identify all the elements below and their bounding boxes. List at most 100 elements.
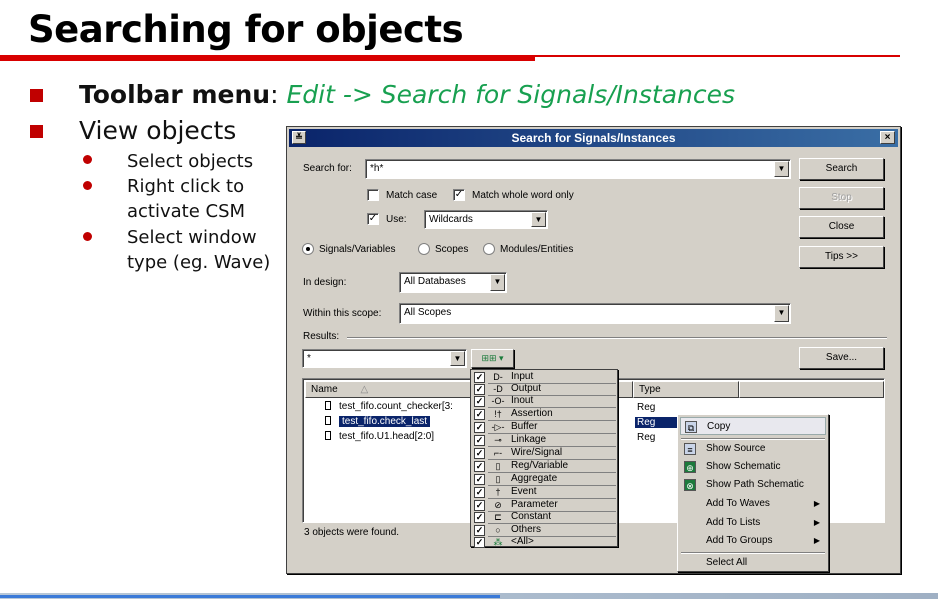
sub-bullet-right-click: Right click to activate CSM <box>127 174 245 224</box>
filter-checkbox[interactable]: ✓ <box>474 537 485 548</box>
reg-variable-icon: ▯ <box>495 461 501 471</box>
filter-item-wire-signal[interactable]: ✓ ⌐- Wire/Signal <box>473 447 616 460</box>
filter-item-all[interactable]: ✓ ⁂ <All> <box>473 536 616 549</box>
chevron-down-icon[interactable]: ▼ <box>531 212 546 227</box>
table-row-selected[interactable]: test_fifo.check_last <box>311 415 431 429</box>
filter-checkbox[interactable]: ✓ <box>474 512 485 523</box>
filter-checkbox[interactable]: ✓ <box>474 461 485 472</box>
buffer-icon: -▷- <box>491 422 505 432</box>
filter-checkbox[interactable]: ✓ <box>474 409 485 420</box>
object-type-filter-button[interactable]: ⊞⊞ ▾ <box>471 349 514 368</box>
column-header-name[interactable]: Name △ <box>305 381 473 398</box>
menu-item-label: Show Path Schematic <box>706 479 804 490</box>
bullet-view-objects: View objects <box>79 116 237 145</box>
filter-label: Buffer <box>511 421 538 432</box>
match-whole-word-label: Match whole word only <box>472 190 574 201</box>
menu-item-label: Copy <box>707 421 731 432</box>
within-scope-value: All Scopes <box>404 307 452 318</box>
filter-checkbox[interactable]: ✓ <box>474 448 485 459</box>
output-port-icon: -D <box>493 384 503 394</box>
filter-item-assertion[interactable]: ✓ !† Assertion <box>473 408 616 421</box>
menu-item-show-path-schematic[interactable]: ⊗ Show Path Schematic <box>680 476 826 494</box>
filter-checkbox[interactable]: ✓ <box>474 474 485 485</box>
reg-icon <box>325 416 331 425</box>
wire-signal-icon: ⌐- <box>493 448 503 458</box>
filter-checkbox[interactable]: ✓ <box>474 422 485 433</box>
bullet-bold-text: Toolbar menu <box>79 80 271 109</box>
match-whole-word-checkbox[interactable]: ✓ <box>453 189 465 201</box>
inout-port-icon: -O- <box>491 396 505 406</box>
filter-checkbox[interactable]: ✓ <box>474 525 485 536</box>
close-icon[interactable]: × <box>880 131 895 144</box>
filter-checkbox[interactable]: ✓ <box>474 487 485 498</box>
column-header-filler <box>739 381 884 398</box>
radio-signals-variables[interactable] <box>302 243 314 255</box>
chevron-down-icon[interactable]: ▼ <box>490 274 505 291</box>
chevron-down-icon[interactable]: ▼ <box>450 351 465 366</box>
within-scope-label: Within this scope: <box>303 308 382 319</box>
in-design-select[interactable]: All Databases ▼ <box>399 272 507 293</box>
filter-label: Others <box>511 524 542 535</box>
submenu-arrow-icon: ▶ <box>813 518 820 527</box>
filter-label: Aggregate <box>511 473 558 484</box>
filter-item-buffer[interactable]: ✓ -▷- Buffer <box>473 421 616 434</box>
filter-checkbox[interactable]: ✓ <box>474 372 485 383</box>
menu-item-add-to-lists[interactable]: Add To Lists ▶ <box>680 514 826 532</box>
filter-item-linkage[interactable]: ✓ ⊸ Linkage <box>473 434 616 447</box>
filter-checkbox[interactable]: ✓ <box>474 435 485 446</box>
sub-bullet-line: Select window <box>127 227 257 248</box>
title-rule-thin <box>535 55 900 57</box>
filter-checkbox[interactable]: ✓ <box>474 500 485 511</box>
filter-label: Input <box>511 371 534 382</box>
filter-item-constant[interactable]: ✓ ⊏ Constant <box>473 511 616 524</box>
copy-icon: ⧉ <box>685 421 697 433</box>
search-for-value: *h* <box>370 163 384 174</box>
parameter-icon: ⊘ <box>494 500 502 510</box>
results-separator <box>347 337 887 339</box>
results-filter-input[interactable]: * ▼ <box>302 349 467 368</box>
menu-item-select-all[interactable]: Select All <box>680 554 826 572</box>
filter-grid-icon: ⊞⊞ ▾ <box>481 353 504 363</box>
filter-label: Inout <box>511 395 534 406</box>
chevron-down-icon[interactable]: ▼ <box>774 161 789 177</box>
match-case-checkbox[interactable] <box>367 189 379 201</box>
use-label: Use: <box>386 214 407 225</box>
menu-item-show-source[interactable]: ≡ Show Source <box>680 440 826 458</box>
within-scope-select[interactable]: All Scopes ▼ <box>399 303 791 324</box>
row-name: test_fifo.U1.head[2:0] <box>339 431 435 442</box>
close-button[interactable]: Close <box>799 216 884 238</box>
submenu-arrow-icon: ▶ <box>813 536 820 545</box>
filter-item-aggregate[interactable]: ✓ ▯ Aggregate <box>473 473 616 486</box>
menu-item-add-to-groups[interactable]: Add To Groups ▶ <box>680 532 826 550</box>
use-mode-select[interactable]: Wildcards ▼ <box>424 210 548 229</box>
stop-button[interactable]: Stop <box>799 187 884 209</box>
search-button[interactable]: Search <box>799 158 884 180</box>
filter-label: Constant <box>511 511 552 522</box>
menu-item-show-schematic[interactable]: ⊕ Show Schematic <box>680 458 826 476</box>
filter-item-inout[interactable]: ✓ -O- Inout <box>473 395 616 408</box>
chevron-down-icon[interactable]: ▼ <box>774 305 789 322</box>
menu-item-copy[interactable]: ⧉ Copy <box>680 417 826 435</box>
filter-label: <All> <box>511 536 534 547</box>
filter-item-reg-variable[interactable]: ✓ ▯ Reg/Variable <box>473 460 616 473</box>
object-type-filter-list[interactable]: ✓ D- Input ✓ -D Output ✓ -O- Inout ✓ !† Assertio… <box>470 369 618 549</box>
use-checkbox[interactable]: ✓ <box>367 213 379 225</box>
menu-item-add-to-waves[interactable]: Add To Waves ▶ <box>680 495 826 513</box>
filter-item-event[interactable]: ✓ † Event <box>473 486 616 499</box>
bullet-toolbar-menu: Toolbar menu: Edit -> Search for Signals… <box>79 80 735 109</box>
filter-checkbox[interactable]: ✓ <box>474 396 485 407</box>
others-icon: ○ <box>495 525 501 535</box>
table-row[interactable]: test_fifo.U1.head[2:0] <box>311 430 434 444</box>
tips-button[interactable]: Tips >> <box>799 246 884 268</box>
radio-modules-entities[interactable] <box>483 243 495 255</box>
save-button[interactable]: Save... <box>799 347 884 369</box>
table-row[interactable]: test_fifo.count_checker[3: <box>311 400 453 414</box>
column-header-type[interactable]: Type <box>633 381 739 398</box>
path-schematic-icon: ⊗ <box>684 479 696 491</box>
reg-icon <box>325 401 331 410</box>
filter-checkbox[interactable]: ✓ <box>474 384 485 395</box>
search-for-input[interactable]: *h* ▼ <box>365 159 791 179</box>
dialog-titlebar[interactable]: ≚ Search for Signals/Instances × <box>289 129 898 147</box>
radio-scopes[interactable] <box>418 243 430 255</box>
sub-bullet-dot <box>83 232 92 241</box>
